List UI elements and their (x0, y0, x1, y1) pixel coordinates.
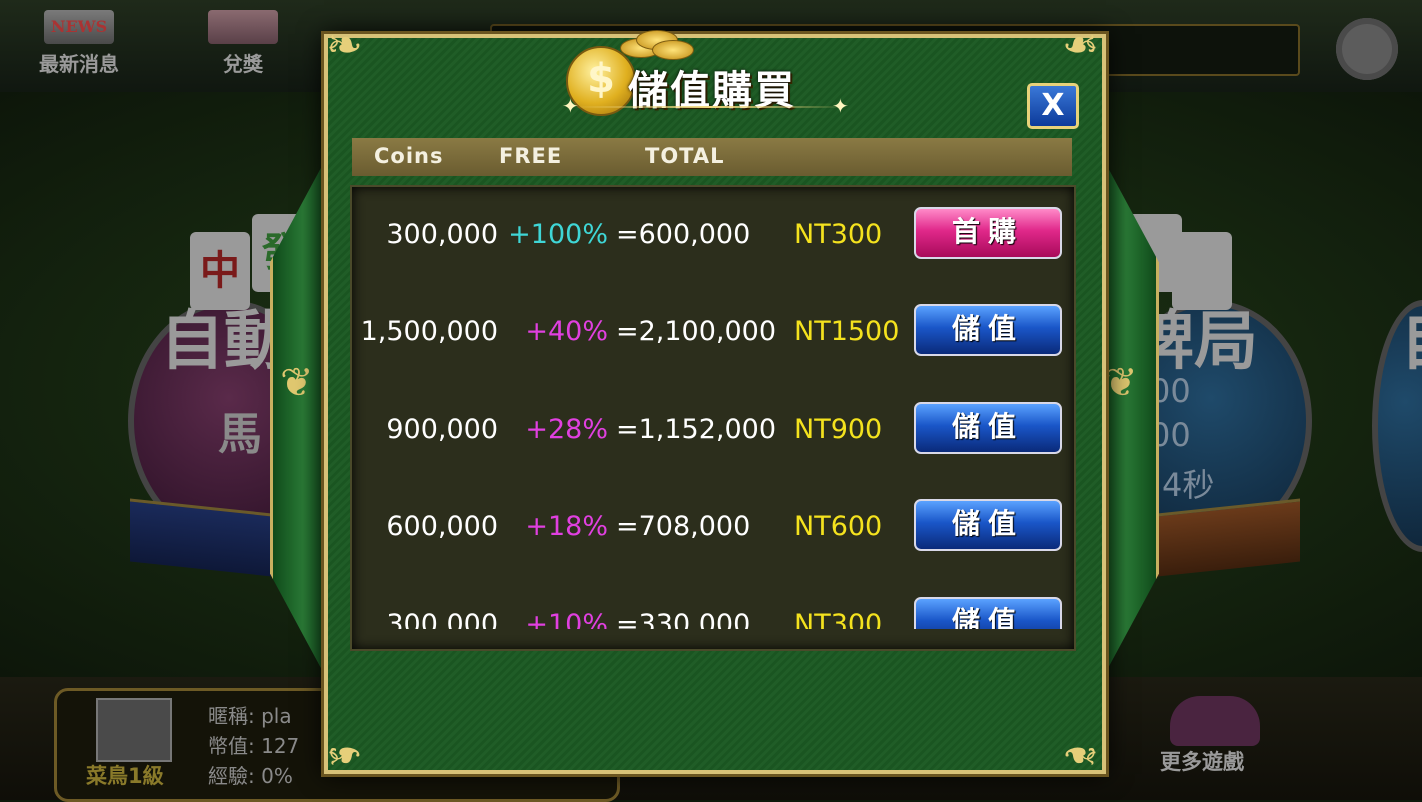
dialog-title-area: $ 儲值購買 ✦ ✦ (562, 28, 856, 118)
exp-value: 0% (261, 764, 293, 788)
gear-icon[interactable] (1336, 18, 1398, 80)
gift-icon (208, 10, 278, 44)
coins-row: 幣值: 127 (208, 730, 299, 759)
corner-ornament-icon: ❧ (1062, 729, 1099, 780)
top-up-button[interactable]: 儲值 (914, 597, 1062, 629)
package-total: =1,152,000 (616, 414, 777, 445)
package-coins: 300,000 (386, 609, 498, 629)
sparkle-icon: ✦ (832, 94, 849, 118)
corner-ornament-icon: ❧ (1062, 20, 1099, 71)
sparkle-icon: ✦ (562, 94, 579, 118)
package-price: NT900 (794, 414, 883, 445)
corner-ornament-icon: ❧ (326, 729, 363, 780)
left-ornament-icon: ❦ (280, 360, 314, 406)
column-header-row: Coins FREE TOTAL (352, 138, 1072, 176)
top-up-button[interactable]: 儲值 (914, 499, 1062, 551)
more-games-button[interactable]: 更多遊戲 (1160, 746, 1244, 776)
right-game-timer: 4秒 (1162, 466, 1215, 504)
exp-row: 經驗: 0% (208, 760, 293, 789)
exp-label: 經驗: (208, 764, 255, 788)
corner-ornament-icon: ❧ (326, 20, 363, 71)
far-right-game-title: 自 (1400, 290, 1422, 382)
header-total: TOTAL (645, 144, 725, 168)
package-bonus: +28% (525, 414, 608, 445)
package-price: NT300 (794, 219, 883, 250)
package-total: =330,000 (616, 609, 751, 629)
package-row: 300,000 +10% =330,000 NT300 儲值 (352, 597, 1072, 629)
news-button[interactable]: NEWS 最新消息 (14, 6, 144, 76)
coins-label: 幣值: (208, 734, 255, 758)
news-label: 最新消息 (39, 52, 119, 76)
package-bonus: +18% (525, 511, 608, 542)
package-bonus: +100% (508, 219, 608, 250)
nickname-row: 暱稱: pla (208, 700, 292, 729)
dice-icon[interactable] (1170, 696, 1260, 746)
redeem-label: 兌獎 (223, 52, 263, 76)
player-rank: 菜鳥1級 (86, 764, 164, 788)
package-coins: 600,000 (386, 511, 498, 542)
package-total: =2,100,000 (616, 316, 777, 347)
package-total: =600,000 (616, 219, 751, 250)
package-row: 900,000 +28% =1,152,000 NT900 儲值 (352, 402, 1072, 462)
package-bonus: +40% (525, 316, 608, 347)
title-underline (572, 106, 848, 108)
package-bonus: +10% (525, 609, 608, 629)
news-icon: NEWS (44, 10, 114, 44)
package-price: NT600 (794, 511, 883, 542)
package-price: NT1500 (794, 316, 900, 347)
left-game-title: 自動 (160, 305, 288, 379)
package-row: 300,000 +100% =600,000 NT300 首購 (352, 207, 1072, 267)
coin-icon (652, 40, 694, 60)
package-row: 600,000 +18% =708,000 NT600 儲值 (352, 499, 1072, 559)
header-free: FREE (499, 144, 563, 168)
first-purchase-button[interactable]: 首購 (914, 207, 1062, 259)
nickname-label: 暱稱: (208, 704, 255, 728)
top-up-button[interactable]: 儲值 (914, 402, 1062, 454)
package-list[interactable]: 300,000 +100% =600,000 NT300 首購 1,500,00… (352, 187, 1072, 629)
package-total: =708,000 (616, 511, 751, 542)
package-coins: 300,000 (386, 219, 498, 250)
close-button[interactable]: X (1027, 83, 1079, 129)
right-ornament-icon: ❦ (1104, 360, 1138, 406)
redeem-button[interactable]: 兌獎 (178, 6, 308, 76)
header-coins: Coins (374, 144, 444, 168)
coins-value: 127 (261, 734, 300, 758)
package-price: NT300 (794, 609, 883, 629)
package-row: 1,500,000 +40% =2,100,000 NT1500 儲值 (352, 304, 1072, 364)
nickname-value: pla (261, 704, 292, 728)
avatar[interactable] (96, 698, 172, 762)
left-game-subtitle: 馬 (218, 409, 262, 460)
top-up-button[interactable]: 儲值 (914, 304, 1062, 356)
package-coins: 900,000 (386, 414, 498, 445)
package-coins: 1,500,000 (360, 316, 498, 347)
